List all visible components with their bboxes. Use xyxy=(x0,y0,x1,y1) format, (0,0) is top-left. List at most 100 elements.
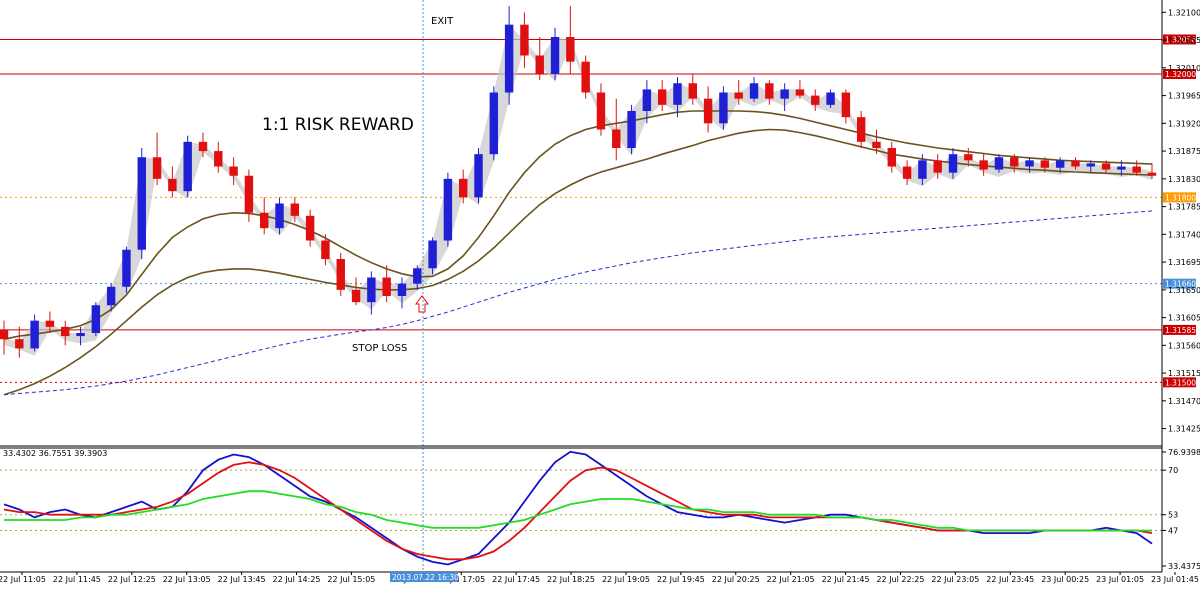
candle-body xyxy=(91,305,101,333)
candle-body xyxy=(106,286,116,306)
candle-body xyxy=(15,339,24,349)
price-tick-label: 1.31965 xyxy=(1168,92,1200,101)
price-tick-label: 1.31785 xyxy=(1168,203,1200,212)
candle-body xyxy=(765,83,774,99)
candle-body xyxy=(1055,160,1065,168)
candle-body xyxy=(918,160,927,179)
candle-body xyxy=(367,277,376,303)
candle-body xyxy=(1071,160,1080,167)
time-tick-label: 22 Jul 21:45 xyxy=(822,575,870,584)
candle-body xyxy=(550,37,560,74)
candle-body xyxy=(964,154,973,161)
candle-body xyxy=(76,333,85,337)
price-tick-label: 1.32100 xyxy=(1168,8,1200,17)
candle-body xyxy=(1010,157,1019,167)
time-tick-label: 22 Jul 21:05 xyxy=(767,575,815,584)
level-price-label: 1.31800 xyxy=(1165,193,1196,202)
stop-loss-label: STOP LOSS xyxy=(352,343,407,354)
oscillator-tick-label: 53 xyxy=(1168,511,1178,520)
time-tick-label: 22 Jul 12:25 xyxy=(108,575,156,584)
candle-body xyxy=(474,154,483,198)
candle-body xyxy=(1086,163,1095,167)
time-tick-label: 23 Jul 01:45 xyxy=(1151,575,1199,584)
candle-body xyxy=(887,148,896,167)
candle-body xyxy=(321,240,330,259)
level-price-label: 1.31500 xyxy=(1165,378,1196,387)
candle-body xyxy=(566,37,575,62)
price-tick-label: 1.31830 xyxy=(1168,175,1200,184)
candle-body xyxy=(336,259,345,290)
time-tick-label: 23 Jul 00:25 xyxy=(1041,575,1089,584)
candle-body xyxy=(229,166,238,176)
candle-body xyxy=(351,289,361,303)
candle-body xyxy=(979,160,988,170)
candle-body xyxy=(902,166,912,179)
time-tick-label: 22 Jul 20:25 xyxy=(712,575,760,584)
price-tick-label: 1.31875 xyxy=(1168,147,1200,156)
candle-body xyxy=(30,320,39,349)
time-tick-label: 22 Jul 15:05 xyxy=(327,575,375,584)
candle-body xyxy=(198,141,208,152)
candle-body xyxy=(795,89,805,96)
oscillator-tick-label: 33.4375 xyxy=(1168,562,1200,571)
price-tick-label: 1.32055 xyxy=(1168,36,1200,45)
candle-body xyxy=(260,212,269,229)
time-tick-label: 22 Jul 19:05 xyxy=(602,575,650,584)
candle-body xyxy=(811,95,820,105)
candle-body xyxy=(734,92,743,99)
candle-body xyxy=(520,24,529,56)
oscillator-tick-label: 47 xyxy=(1168,526,1178,535)
candle-body xyxy=(612,129,621,148)
time-tick-label: 22 Jul 19:45 xyxy=(657,575,705,584)
candle-body xyxy=(382,277,391,296)
time-tick-label: 22 Jul 23:05 xyxy=(931,575,979,584)
candle-body xyxy=(933,160,942,173)
time-tick-label: 22 Jul 14:25 xyxy=(273,575,321,584)
candle-body xyxy=(305,215,315,241)
price-tick-label: 1.31425 xyxy=(1168,425,1200,434)
exit-label: EXIT xyxy=(431,16,454,27)
trading-chart[interactable]: 1.32056 1.32000 1.31800 1.31660 1.31585 1.315… xyxy=(0,0,1200,586)
candle-body xyxy=(719,92,728,124)
time-tick-label: 22 Jul 13:45 xyxy=(218,575,266,584)
oscillator-tick-label: 76.9398 xyxy=(1168,448,1200,457)
candle-body xyxy=(535,55,544,74)
candle-body xyxy=(489,92,499,155)
price-tick-label: 1.31605 xyxy=(1168,314,1200,323)
candle-body xyxy=(152,157,162,179)
candle-body xyxy=(168,178,177,192)
time-tick-label: 22 Jul 13:05 xyxy=(163,575,211,584)
candle-body xyxy=(657,89,667,105)
candle-body xyxy=(948,154,958,173)
candle-body xyxy=(504,24,514,93)
candle-body xyxy=(749,83,759,99)
candle-body xyxy=(458,178,468,198)
candle-body xyxy=(61,326,70,337)
candle-body xyxy=(1117,166,1126,170)
price-tick-label: 1.31695 xyxy=(1168,258,1200,267)
candle-body xyxy=(994,157,1004,170)
price-tick-label: 1.32010 xyxy=(1168,64,1200,73)
candle-body xyxy=(1025,160,1034,167)
candle-body xyxy=(673,83,682,105)
time-tick-label: 22 Jul 11:45 xyxy=(53,575,101,584)
price-tick-label: 1.31920 xyxy=(1168,119,1200,128)
price-tick-label: 1.31470 xyxy=(1168,397,1200,406)
candle-body xyxy=(413,268,422,284)
candle-body xyxy=(183,141,192,192)
candle-body xyxy=(122,249,131,287)
candle-body xyxy=(780,89,789,99)
candle-body xyxy=(703,98,713,124)
candle-body xyxy=(581,61,590,93)
candle-body xyxy=(244,175,254,213)
risk-reward-label: 1:1 RISK REWARD xyxy=(262,115,414,135)
candle-body xyxy=(275,203,284,229)
level-price-label: 1.31585 xyxy=(1165,326,1196,335)
oscillator-header: 33.4302 36.7551 39.3903 xyxy=(3,449,107,458)
time-tick-label: 22 Jul 23:45 xyxy=(986,575,1034,584)
candle-body xyxy=(397,283,407,296)
price-tick-label: 1.31560 xyxy=(1168,341,1200,350)
candle-body xyxy=(688,83,698,99)
candle-body xyxy=(0,329,9,340)
candle-body xyxy=(137,157,146,250)
